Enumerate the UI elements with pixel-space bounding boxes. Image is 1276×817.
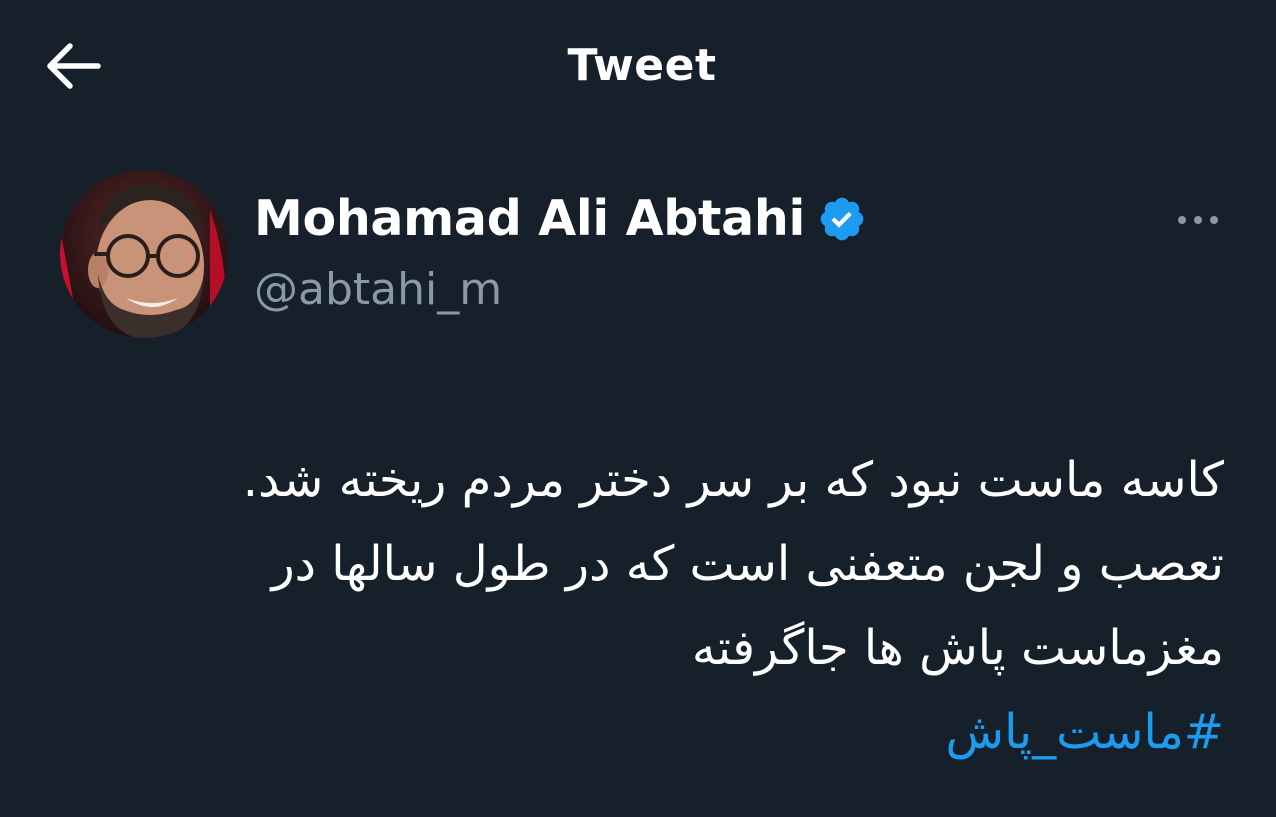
tweet-line: مغزماست پاش ها جاگرفته bbox=[691, 620, 1224, 676]
tweet-line: تعصب و لجن متعفنی است که در طول سالها در bbox=[271, 536, 1224, 592]
avatar-photo bbox=[60, 170, 228, 338]
more-horizontal-icon bbox=[1178, 216, 1218, 224]
tweet-page: Tweet Mohamad Ali Abtahi @abtahi_m کاسه … bbox=[0, 0, 1276, 817]
tweet-line: کاسه ماست نبود که بر سر دختر مردم ریخته … bbox=[242, 452, 1224, 508]
display-name[interactable]: Mohamad Ali Abtahi bbox=[254, 189, 805, 249]
page-title: Tweet bbox=[567, 40, 717, 91]
more-options-button[interactable] bbox=[1170, 200, 1226, 240]
avatar[interactable] bbox=[60, 170, 228, 338]
top-bar: Tweet bbox=[0, 0, 1276, 134]
author-name-row: Mohamad Ali Abtahi bbox=[254, 186, 867, 252]
hashtag-link[interactable]: #ماست_پاش bbox=[74, 690, 1224, 774]
tweet-text: کاسه ماست نبود که بر سر دختر مردم ریخته … bbox=[74, 438, 1224, 774]
user-handle[interactable]: @abtahi_m bbox=[254, 260, 502, 320]
verified-badge-icon[interactable] bbox=[817, 194, 867, 244]
